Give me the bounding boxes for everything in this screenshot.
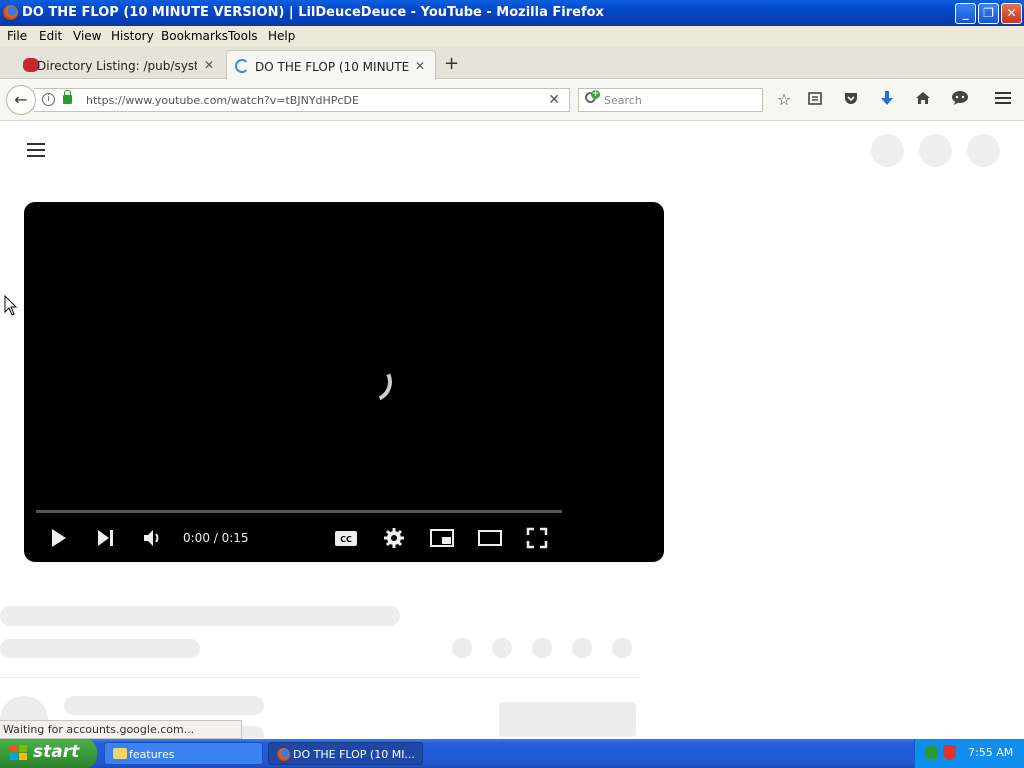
action-placeholder bbox=[572, 638, 592, 658]
search-input[interactable]: + Search bbox=[578, 88, 763, 112]
channel-placeholder bbox=[64, 696, 264, 715]
divider bbox=[0, 677, 640, 678]
clock: 7:55 AM bbox=[968, 746, 1014, 759]
url-text[interactable]: https://www.youtube.com/watch?v=tBJNYdHP… bbox=[86, 94, 359, 107]
page-content: 0:00 / 0:15 CC bbox=[0, 122, 1024, 738]
status-text: Waiting for accounts.google.com... bbox=[3, 723, 195, 736]
tab-strip: Directory Listing: /pub/syste... ✕ DO TH… bbox=[0, 47, 1024, 80]
windows-logo-icon bbox=[10, 745, 28, 762]
info-icon[interactable]: i bbox=[42, 93, 55, 106]
search-placeholder: Search bbox=[604, 94, 642, 107]
firefox-icon bbox=[3, 5, 18, 20]
system-tray: 7:55 AM bbox=[914, 739, 1024, 768]
menu-icon[interactable] bbox=[993, 90, 1013, 110]
tab-youtube[interactable]: DO THE FLOP (10 MINUTE VE... ✕ bbox=[226, 50, 436, 80]
download-icon[interactable] bbox=[877, 90, 897, 110]
action-placeholder bbox=[492, 638, 512, 658]
status-bar: Waiting for accounts.google.com... bbox=[0, 720, 242, 739]
chat-icon[interactable] bbox=[950, 90, 970, 110]
star-icon[interactable]: ☆ bbox=[774, 90, 794, 110]
next-icon[interactable] bbox=[96, 527, 116, 552]
firefox-icon bbox=[277, 748, 290, 761]
back-button[interactable]: ← bbox=[6, 85, 36, 115]
tab-label: Directory Listing: /pub/syste... bbox=[37, 59, 197, 73]
captions-icon[interactable]: CC bbox=[334, 527, 358, 552]
tab-directory-listing[interactable]: Directory Listing: /pub/syste... ✕ bbox=[15, 50, 221, 80]
navigation-bar: i https://www.youtube.com/watch?v=tBJNYd… bbox=[0, 80, 1024, 121]
theater-mode-icon[interactable] bbox=[477, 527, 503, 552]
pocket-icon[interactable] bbox=[841, 90, 861, 110]
close-button[interactable]: ✕ bbox=[1001, 3, 1022, 24]
loading-spinner-icon bbox=[235, 59, 249, 73]
time-display: 0:00 / 0:15 bbox=[183, 531, 249, 545]
tab-label: DO THE FLOP (10 MINUTE VE... bbox=[255, 60, 410, 74]
subscribe-placeholder bbox=[499, 702, 636, 737]
menu-bookmarks[interactable]: Bookmarks bbox=[161, 29, 228, 43]
close-tab-icon[interactable]: ✕ bbox=[415, 59, 425, 73]
taskbar: start features DO THE FLOP (10 MI... 7:5… bbox=[0, 739, 1024, 768]
menu-tools[interactable]: Tools bbox=[228, 29, 258, 43]
start-label: start bbox=[33, 742, 80, 762]
close-tab-icon[interactable]: ✕ bbox=[204, 58, 214, 72]
action-placeholder bbox=[452, 638, 472, 658]
menu-view[interactable]: View bbox=[73, 29, 101, 43]
volume-icon[interactable] bbox=[142, 527, 164, 552]
restore-button[interactable]: ❐ bbox=[978, 3, 999, 24]
task-label: DO THE FLOP (10 MI... bbox=[293, 748, 415, 761]
home-icon[interactable] bbox=[913, 90, 933, 110]
menu-file[interactable]: File bbox=[7, 29, 27, 43]
loading-spinner-icon bbox=[346, 356, 398, 408]
lock-icon[interactable] bbox=[63, 90, 72, 104]
action-placeholder bbox=[612, 638, 632, 658]
svg-text:CC: CC bbox=[340, 535, 352, 544]
progress-bar[interactable] bbox=[36, 510, 562, 513]
network-tray-icon[interactable] bbox=[925, 746, 938, 759]
url-bar[interactable]: i https://www.youtube.com/watch?v=tBJNYd… bbox=[34, 88, 570, 112]
reading-list-icon[interactable] bbox=[805, 90, 825, 110]
menu-help[interactable]: Help bbox=[268, 29, 295, 43]
task-label: features bbox=[129, 748, 175, 761]
views-placeholder bbox=[0, 639, 200, 658]
start-button[interactable]: start bbox=[0, 739, 97, 768]
security-shield-icon[interactable] bbox=[943, 745, 956, 760]
fullscreen-icon[interactable] bbox=[526, 527, 548, 552]
video-player[interactable]: 0:00 / 0:15 CC bbox=[24, 202, 664, 562]
play-icon[interactable] bbox=[50, 527, 68, 552]
placeholder-circle bbox=[871, 134, 904, 167]
add-search-icon: + bbox=[591, 89, 600, 99]
window-title: DO THE FLOP (10 MINUTE VERSION) | LilDeu… bbox=[22, 5, 604, 20]
title-placeholder bbox=[0, 606, 400, 626]
menu-history[interactable]: History bbox=[111, 29, 154, 43]
menu-edit[interactable]: Edit bbox=[39, 29, 62, 43]
taskbar-item-firefox[interactable]: DO THE FLOP (10 MI... bbox=[268, 742, 423, 765]
miniplayer-icon[interactable] bbox=[429, 527, 455, 552]
taskbar-item-features[interactable]: features bbox=[104, 742, 263, 765]
menu-bar: File Edit View History Bookmarks Tools H… bbox=[0, 26, 1024, 47]
guide-menu-icon[interactable] bbox=[27, 143, 45, 157]
folder-icon bbox=[113, 748, 127, 759]
placeholder-circle bbox=[919, 134, 952, 167]
clear-url-icon[interactable]: ✕ bbox=[548, 92, 560, 108]
settings-gear-icon[interactable] bbox=[383, 527, 405, 552]
minimize-button[interactable]: _ bbox=[955, 3, 976, 24]
placeholder-circle bbox=[967, 134, 1000, 167]
new-tab-button[interactable]: + bbox=[444, 53, 459, 74]
action-placeholder bbox=[532, 638, 552, 658]
title-bar: DO THE FLOP (10 MINUTE VERSION) | LilDeu… bbox=[0, 0, 1024, 26]
